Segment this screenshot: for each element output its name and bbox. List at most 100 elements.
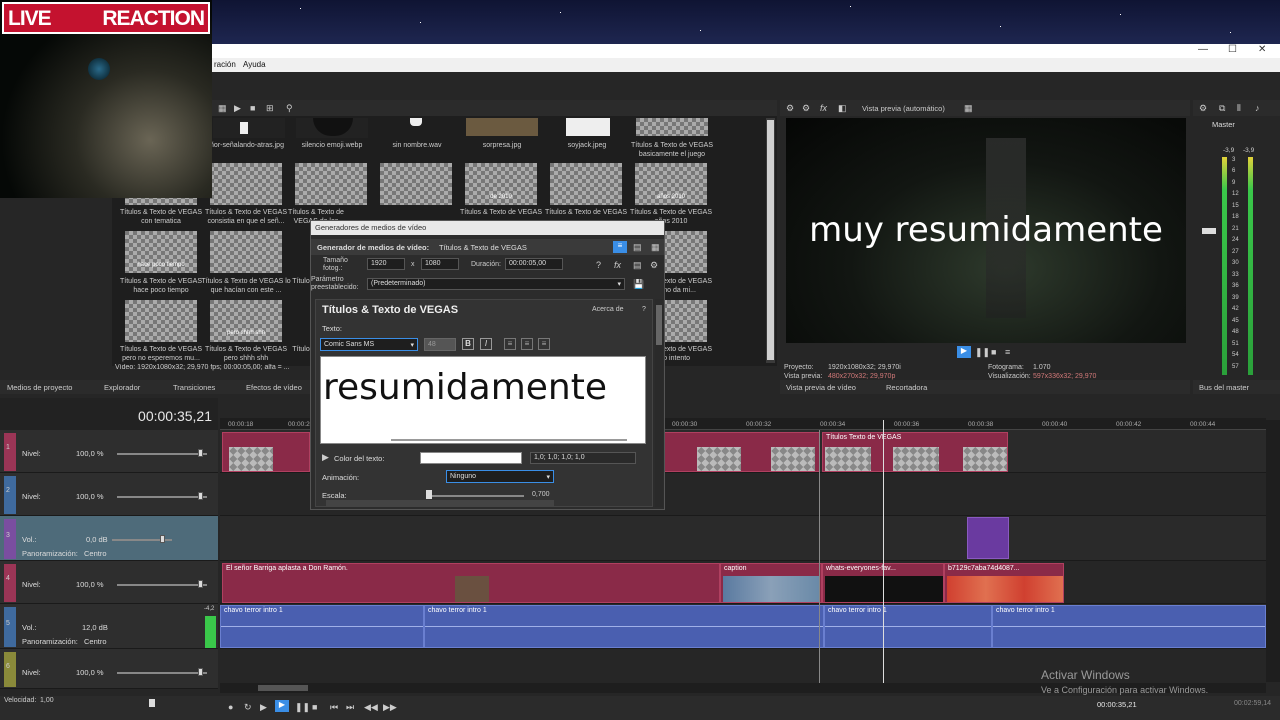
tab-trimmer[interactable]: Recortadora [886, 383, 927, 392]
close-icon[interactable]: ✕ [1258, 44, 1266, 56]
media-thumb[interactable] [210, 163, 282, 205]
stop-button[interactable]: ■ [991, 347, 996, 357]
playhead[interactable] [883, 420, 884, 688]
title-clip[interactable] [660, 432, 820, 472]
caption-clip[interactable]: caption [720, 563, 822, 603]
track-header-3[interactable]: Vol.: 0,0 dB Panoramización: Centro [0, 516, 218, 561]
font-select[interactable]: Comic Sans MS ▾ [320, 338, 418, 351]
plugin-icon[interactable]: ▤ [633, 260, 642, 270]
text-color-value[interactable]: 1,0; 1,0; 1,0; 1,0 [530, 452, 636, 464]
pause-button[interactable]: ❚❚ [975, 347, 990, 357]
track-header-4[interactable]: Nivel: 100,0 % [0, 561, 218, 604]
gear-icon[interactable]: ⚙ [786, 103, 794, 113]
sliders-icon[interactable]: ⧉ [1219, 103, 1225, 113]
duration-input[interactable]: 00:00:05,00 [505, 258, 563, 270]
fx-icon[interactable]: fx [614, 260, 621, 270]
audio-clip[interactable]: chavo terror intro 1 [220, 605, 424, 648]
gear-icon[interactable]: ⚙ [1199, 103, 1207, 113]
play-from-start-icon[interactable]: ▶ [260, 702, 267, 712]
audio-clip[interactable]: chavo terror intro 1 [424, 605, 824, 648]
volume-icon[interactable]: ♪ [1255, 103, 1260, 113]
audio-clip[interactable]: chavo terror intro 1 [824, 605, 992, 648]
title-clip[interactable] [222, 432, 310, 472]
barriga-clip[interactable]: El señor Barriga aplasta a Don Ramón. [222, 563, 720, 603]
maximize-icon[interactable]: ☐ [1228, 44, 1237, 56]
help-icon[interactable]: ? [596, 260, 601, 270]
text-color-swatch[interactable] [420, 452, 522, 464]
text-editor[interactable]: resumidamente [320, 356, 646, 444]
dialog-titlebar[interactable]: Generadores de medios de vídeo [311, 221, 664, 235]
plugin-hscroll[interactable] [326, 500, 554, 506]
media-thumb[interactable] [566, 118, 610, 136]
help-link[interactable]: ? [642, 306, 646, 313]
small-clip[interactable] [967, 517, 1009, 559]
height-input[interactable]: 1080 [421, 258, 459, 270]
expand-icon[interactable]: ▶ [322, 452, 329, 462]
tab-video-preview[interactable]: Vista previa de vídeo [786, 383, 856, 392]
media-thumb[interactable] [213, 118, 285, 138]
media-thumb[interactable] [636, 118, 708, 136]
master-fader[interactable] [1202, 228, 1216, 234]
media-thumb[interactable] [466, 118, 538, 136]
preview-props-icon[interactable]: ⚙ [802, 103, 810, 113]
level-slider[interactable] [198, 668, 203, 676]
volume-slider[interactable] [160, 535, 165, 543]
fx-icon[interactable]: fx [820, 103, 827, 113]
go-end-icon[interactable]: ⏭ [346, 702, 354, 712]
align-center-icon[interactable]: ≡ [521, 338, 533, 350]
animation-select[interactable]: Ninguno ▾ [446, 470, 554, 483]
tab-explorer[interactable]: Explorador [104, 383, 140, 392]
align-left-icon[interactable]: ≡ [504, 338, 516, 350]
stop-icon[interactable]: ■ [312, 702, 317, 712]
timeline-vscroll[interactable] [1266, 420, 1280, 682]
align-right-icon[interactable]: ≡ [538, 338, 550, 350]
grid-icon[interactable]: ▦ [218, 103, 227, 113]
thumbs-view-icon[interactable]: ▦ [651, 242, 660, 252]
split-icon[interactable]: ◧ [838, 103, 847, 113]
zoom-icon[interactable]: ⚲ [286, 103, 293, 113]
overlays-icon[interactable]: ▦ [964, 103, 973, 113]
track-header-2[interactable]: Nivel: 100,0 % [0, 473, 218, 516]
level-slider[interactable] [198, 580, 203, 588]
media-thumb[interactable] [125, 300, 197, 342]
track-header-5[interactable]: Vol.: 12,0 dB Panoramización: Centro -4,… [0, 604, 218, 649]
level-slider[interactable] [198, 492, 203, 500]
track-header-1[interactable]: Nivel: 100,0 % [0, 430, 218, 473]
tab-master-bus[interactable]: Bus del master [1199, 383, 1249, 392]
track-header-6[interactable]: Nivel: 100,0 % [0, 649, 218, 689]
record-icon[interactable]: ● [228, 702, 233, 712]
speed-slider[interactable] [149, 699, 155, 707]
bold-button[interactable]: B [462, 338, 474, 350]
title-clip-vegas[interactable]: Títulos Texto de VEGAS [822, 432, 1008, 472]
media-thumb[interactable] [380, 163, 452, 205]
play-icon[interactable]: ▶ [234, 103, 241, 113]
menu-icon[interactable]: ≡ [1005, 347, 1010, 357]
italic-button[interactable]: I [480, 338, 492, 350]
tab-project-media[interactable]: Medios de proyecto [7, 383, 72, 392]
level-slider[interactable] [198, 449, 203, 457]
track-lane-3[interactable] [220, 516, 1266, 561]
save-preset-icon[interactable]: 💾 [633, 279, 644, 289]
prev-frame-icon[interactable]: ◀◀ [364, 702, 378, 712]
menu-item-options[interactable]: ración [214, 60, 236, 69]
settings-icon[interactable]: ⚙ [650, 260, 658, 270]
width-input[interactable]: 1920 [367, 258, 405, 270]
media-thumb[interactable] [550, 163, 622, 205]
media-thumb[interactable] [210, 231, 282, 273]
media-thumb[interactable] [295, 163, 367, 205]
stop-icon[interactable]: ■ [250, 103, 255, 113]
mixer-icon[interactable]: ⫴ [1237, 103, 1241, 113]
pause-icon[interactable]: ❚❚ [295, 702, 310, 712]
minimize-icon[interactable]: — [1198, 44, 1208, 56]
preset-select[interactable]: (Predeterminado) ▾ [367, 278, 625, 290]
views-icon[interactable]: ⊞ [266, 103, 274, 113]
go-start-icon[interactable]: ⏮ [330, 702, 338, 712]
grid-view-icon[interactable]: ▤ [633, 242, 642, 252]
tab-transitions[interactable]: Transiciones [173, 383, 215, 392]
b7129-clip[interactable]: b7129c7aba74d4087... [944, 563, 1064, 603]
play-button[interactable]: ▶ [957, 346, 971, 358]
next-frame-icon[interactable]: ▶▶ [383, 702, 397, 712]
font-size-select[interactable]: 48 [424, 338, 456, 351]
loop-icon[interactable]: ↻ [244, 702, 252, 712]
audio-clip[interactable]: chavo terror intro 1 [992, 605, 1266, 648]
